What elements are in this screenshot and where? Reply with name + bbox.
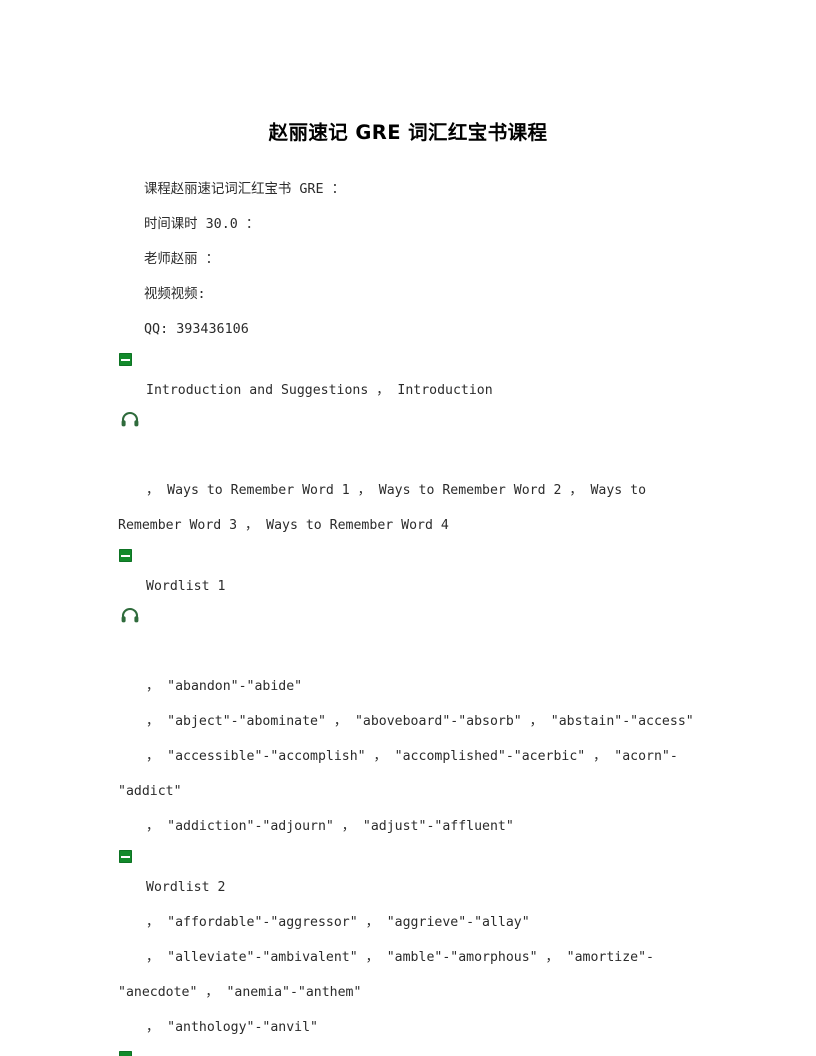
section-spacer-2 [0,634,816,669]
meta-course: 课程赵丽速记词汇红宝书 GRE ： [144,182,345,197]
document-body: 课程赵丽速记词汇红宝书 GRE ： 时间课时 30.0 ： 老师赵丽 ： 视频视… [0,172,816,1056]
minus-square-icon[interactable] [119,353,132,366]
section-heading-2: Wordlist 1 [146,579,226,594]
section-line-3-3: ， "anthology"-"anvil" [146,1020,318,1035]
section-line-3-1: ， "alleviate"-"ambivalent" ， "amble"-"am… [146,950,654,965]
section-line-1-0: ， Ways to Remember Word 1 ， Ways to Reme… [146,483,647,498]
section-line-3-2: "anecdote" ， "anemia"-"anthem" [118,985,362,1000]
section-collapse-toggle-4[interactable] [0,1045,816,1056]
section-collapse-toggle-3[interactable] [0,844,816,870]
section-line-2-1: ， "abject"-"abominate" ， "aboveboard"-"a… [146,714,694,729]
section-line-2-0: ， "abandon"-"abide" [146,679,303,694]
section-line-1-1: Remember Word 3 ， Ways to Remember Word … [118,518,449,533]
section-line-3-0: ， "affordable"-"aggressor" ， "aggrieve"-… [146,915,530,930]
section-heading-1: Introduction and Suggestions ， Introduct… [146,383,493,398]
meta-hours: 时间课时 30.0 ： [144,217,260,232]
section-line-2-3: "addict" [118,784,182,799]
document-page: 赵丽速记 GRE 词汇红宝书课程 课程赵丽速记词汇红宝书 GRE ： 时间课时 … [0,0,816,1056]
meta-video: 视频视频: [144,287,206,302]
section-heading-3: Wordlist 2 [146,880,226,895]
meta-qq: QQ: 393436106 [144,322,249,337]
section-collapse-toggle-1[interactable] [0,347,816,373]
section-line-2-2: ， "accessible"-"accomplish" ， "accomplis… [146,749,678,764]
headphone-icon[interactable] [120,410,140,428]
section-line-2-4: ， "addiction"-"adjourn" ， "adjust"-"affl… [146,819,514,834]
section-audio-2[interactable] [0,604,816,634]
headphone-icon[interactable] [120,606,140,624]
meta-teacher: 老师赵丽 ： [144,252,220,267]
minus-square-icon[interactable] [119,549,132,562]
minus-square-icon[interactable] [119,1051,132,1056]
page-title: 赵丽速记 GRE 词汇红宝书课程 [268,121,548,144]
minus-square-icon[interactable] [119,850,132,863]
section-spacer-1 [0,438,816,473]
section-collapse-toggle-2[interactable] [0,543,816,569]
section-audio-1[interactable] [0,408,816,438]
